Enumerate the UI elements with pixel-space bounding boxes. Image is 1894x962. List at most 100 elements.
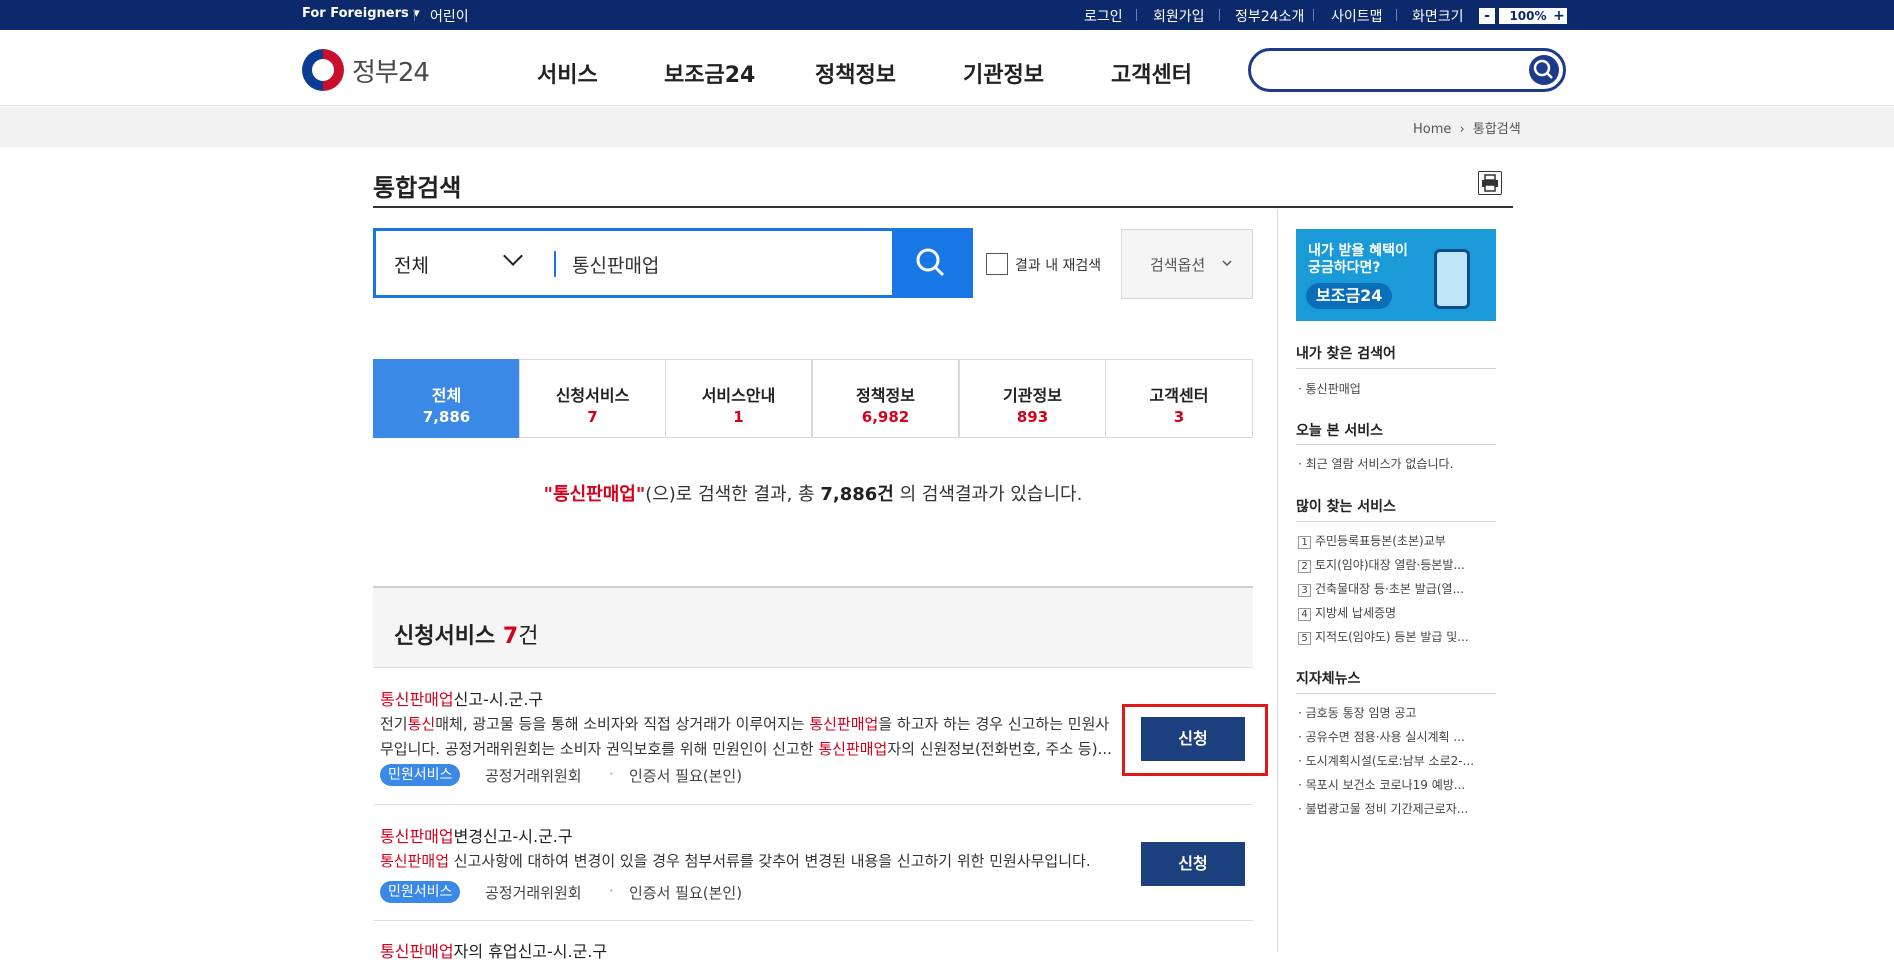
breadcrumb-band: Home › 통합검색 — [0, 107, 1894, 147]
cert-requirement: 인증서 필요(본인) — [629, 767, 743, 785]
divider — [1296, 368, 1496, 369]
rank-number: 3 — [1298, 584, 1311, 597]
divider — [414, 9, 415, 21]
header-search-input[interactable] — [1248, 48, 1566, 92]
search-input[interactable] — [570, 249, 900, 279]
news-item[interactable]: · 공유수면 점용·사용 실시계획 ... — [1298, 728, 1498, 745]
tab-customer-center[interactable]: 고객센터 3 — [1105, 359, 1253, 438]
search-bar: 전체 — [373, 228, 973, 298]
search-options-button[interactable]: 검색옵션 — [1121, 229, 1253, 299]
result-title[interactable]: 통신판매업자의 휴업신고-시.군.구 — [380, 938, 607, 962]
popular-item[interactable]: 1 주민등록표등본(초본)교부 — [1298, 532, 1498, 549]
tab-label: 신청서비스 — [555, 386, 630, 405]
today-viewed-title: 오늘 본 서비스 — [1296, 423, 1384, 439]
login-link[interactable]: 로그인 — [1084, 6, 1123, 26]
breadcrumb-home[interactable]: Home — [1413, 122, 1451, 137]
about-link[interactable]: 정부24소개 — [1235, 6, 1304, 26]
news-label: 금호동 통장 임명 공고 — [1305, 706, 1417, 720]
rank-number: 5 — [1298, 632, 1311, 645]
result-item: 통신판매업변경신고-시.군.구 통신판매업 신고사항에 대하여 변경이 있을 경… — [373, 805, 1253, 921]
news-label: 도시계획시설(도로:남부 소로2-... — [1305, 754, 1475, 768]
highlight: 통신판매업 — [818, 740, 888, 758]
tab-label: 서비스안내 — [701, 386, 776, 405]
highlight-box — [1122, 704, 1268, 776]
today-empty-message: · 최근 열람 서비스가 없습니다. — [1298, 457, 1454, 471]
printer-icon — [1482, 174, 1498, 192]
tab-label: 정책정보 — [856, 386, 915, 405]
category-badge: 민원서비스 — [380, 881, 461, 903]
agency-name: 공정거래위원회 — [485, 884, 582, 902]
news-label: 공유수면 점용·사용 실시계획 ... — [1305, 730, 1465, 744]
tab-service-guide[interactable]: 서비스안내 1 — [665, 359, 812, 438]
rank-number: 2 — [1298, 560, 1311, 573]
agency-name: 공정거래위원회 — [485, 767, 582, 785]
search-button[interactable] — [892, 231, 970, 295]
tab-policy[interactable]: 정책정보 6,982 — [812, 359, 959, 438]
gnb-policy[interactable]: 정책정보 — [815, 57, 896, 89]
section-title-label: 신청서비스 — [394, 624, 503, 649]
header-search-button[interactable] — [1529, 55, 1559, 85]
popular-item[interactable]: 4 지방세 납세증명 — [1298, 604, 1498, 621]
gov24-logo-icon[interactable] — [302, 49, 344, 91]
search-category-select[interactable]: 전체 — [394, 251, 429, 278]
research-within-checkbox[interactable] — [986, 253, 1008, 275]
news-item[interactable]: · 목포시 보건소 코로나19 예방... — [1298, 776, 1498, 793]
utility-bar: For Foreigners ▾ 어린이 로그인 회원가입 정부24소개 사이트… — [0, 0, 1894, 30]
popular-item[interactable]: 5 지적도(임야도) 등본 발급 및... — [1298, 628, 1498, 645]
rank-number: 4 — [1298, 608, 1311, 621]
popular-item[interactable]: 2 토지(임야)대장 열람·등본발... — [1298, 556, 1498, 573]
banner-pill: 보조금24 — [1306, 283, 1393, 309]
dot-separator: · — [609, 765, 614, 783]
print-button[interactable] — [1478, 171, 1502, 195]
summary-text: 의 검색결과가 있습니다. — [893, 484, 1083, 505]
news-item[interactable]: · 금호동 통장 임명 공고 — [1298, 704, 1498, 721]
popular-label: 건축물대장 등·초본 발급(열... — [1315, 582, 1465, 596]
phone-illustration-icon — [1434, 249, 1470, 309]
kids-link[interactable]: 어린이 — [430, 6, 469, 26]
breadcrumb-separator: › — [1459, 122, 1465, 137]
gnb-service[interactable]: 서비스 — [537, 57, 598, 89]
result-item: 통신판매업신고-시.군.구 전기통신매체, 광고물 등을 통해 소비자와 직접 … — [373, 668, 1253, 805]
divider — [1296, 693, 1496, 694]
subsidy24-banner[interactable]: 내가 받을 혜택이 궁금하다면? 보조금24 — [1296, 229, 1496, 321]
summary-text: (으)로 검색한 결과, 총 — [645, 484, 821, 505]
popular-item[interactable]: 3 건축물대장 등·초본 발급(열... — [1298, 580, 1498, 597]
gnb-customer-center[interactable]: 고객센터 — [1111, 57, 1192, 89]
tab-label: 전체 — [431, 386, 462, 405]
result-description: 전기통신매체, 광고물 등을 통해 소비자와 직접 상거래가 이루어지는 통신판… — [380, 712, 1160, 762]
summary-total: 7,886건 — [820, 484, 894, 505]
news-item[interactable]: · 도시계획시설(도로:남부 소로2-... — [1298, 752, 1498, 769]
divider — [1136, 9, 1137, 21]
result-title[interactable]: 통신판매업신고-시.군.구 — [380, 686, 543, 710]
tab-all[interactable]: 전체 7,886 — [373, 359, 520, 438]
divider — [554, 251, 556, 277]
gnb-subsidy24[interactable]: 보조금24 — [664, 57, 755, 89]
result-title[interactable]: 통신판매업변경신고-시.군.구 — [380, 823, 573, 847]
my-search-item[interactable]: · 통신판매업 — [1298, 380, 1498, 397]
for-foreigners-link[interactable]: For Foreigners ▾ — [302, 6, 420, 21]
highlight: 통신판매업 — [380, 827, 454, 846]
local-news-title: 지자체뉴스 — [1296, 671, 1361, 687]
zoom-in-button[interactable]: + — [1551, 8, 1567, 24]
title-text: 변경신고-시.군.구 — [453, 827, 573, 846]
banner-line: 궁금하다면? — [1308, 260, 1381, 276]
tab-apply-service[interactable]: 신청서비스 7 — [519, 359, 666, 438]
highlight: 통신판매업 — [380, 852, 450, 870]
research-within-label: 결과 내 재검색 — [1015, 258, 1102, 274]
chevron-down-icon[interactable] — [503, 246, 523, 266]
tab-agency[interactable]: 기관정보 893 — [959, 359, 1106, 438]
section-header: 신청서비스 7건 — [373, 586, 1253, 668]
search-icon — [1533, 59, 1553, 79]
news-item[interactable]: · 불법광고물 정비 기간제근로자... — [1298, 800, 1498, 817]
zoom-value: 100% — [1499, 8, 1557, 24]
zoom-out-button[interactable]: - — [1479, 8, 1495, 24]
join-link[interactable]: 회원가입 — [1153, 6, 1205, 26]
gnb-agency[interactable]: 기관정보 — [963, 57, 1044, 89]
site-header: 정부24 서비스 보조금24 정책정보 기관정보 고객센터 — [0, 30, 1894, 106]
apply-button[interactable]: 신청 — [1141, 842, 1245, 886]
tab-label: 고객센터 — [1149, 386, 1209, 405]
breadcrumb: Home › 통합검색 — [1413, 118, 1521, 137]
summary-keyword: "통신판매업" — [543, 484, 646, 505]
sitemap-link[interactable]: 사이트맵 — [1331, 6, 1383, 26]
logo-text[interactable]: 정부24 — [352, 52, 430, 89]
